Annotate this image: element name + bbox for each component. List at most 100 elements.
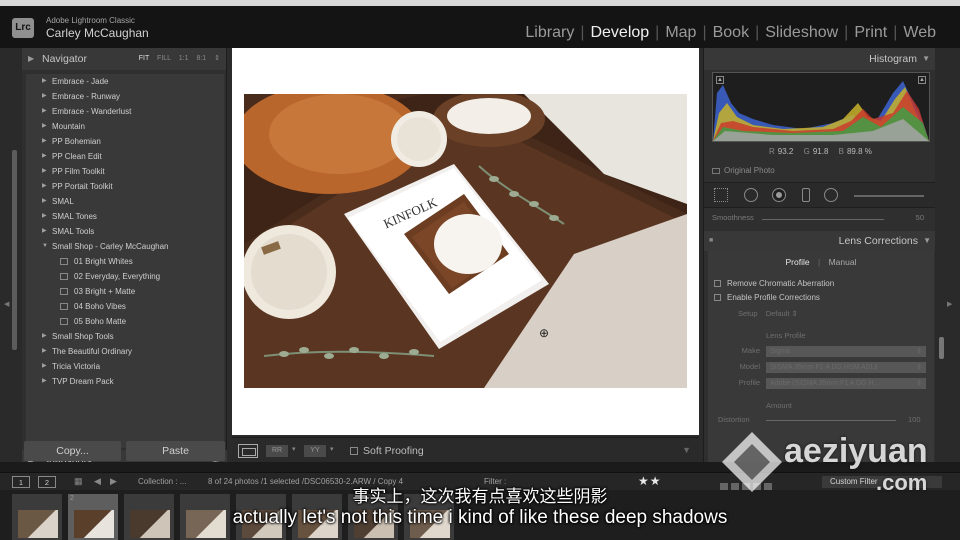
shadow-clipping-icon[interactable]: ▲ [716, 76, 724, 84]
original-photo-icon [712, 167, 720, 174]
preset-folder[interactable]: ▶ Embrace - Wanderlust [26, 104, 224, 119]
histogram[interactable]: ▲ ▲ [712, 72, 930, 142]
before-after-dropdown-icon[interactable]: ▾ [292, 445, 296, 453]
spot-removal-icon[interactable] [744, 188, 758, 202]
navigator-title: Navigator [42, 53, 87, 65]
graduated-filter-icon[interactable] [802, 188, 810, 202]
disclosure-triangle-icon[interactable]: ▶ [42, 344, 47, 359]
highlight-clipping-icon[interactable]: ▲ [918, 76, 926, 84]
original-photo-toggle[interactable]: Original Photo [712, 166, 775, 175]
smoothness-slider[interactable] [762, 219, 884, 220]
disclosure-triangle-icon[interactable]: ▶ [42, 74, 47, 89]
collapse-right-icon[interactable]: ▶ [947, 300, 952, 308]
swap-dropdown-icon[interactable]: ▾ [330, 445, 334, 453]
distortion-slider[interactable] [766, 420, 896, 421]
lens-corrections-header[interactable]: ■ Lens Corrections ▼ [704, 231, 936, 251]
disclosure-triangle-icon[interactable]: ▶ [42, 374, 47, 389]
before-after-icon[interactable]: RR [266, 445, 288, 457]
module-map[interactable]: Map [659, 24, 702, 42]
disclosure-triangle-icon[interactable]: ▶ [42, 119, 47, 134]
module-slideshow[interactable]: Slideshow [759, 24, 844, 42]
disclosure-triangle-icon[interactable]: ▶ [42, 179, 47, 194]
left-panel-edge[interactable]: ◀ [0, 48, 22, 462]
tab-manual[interactable]: Manual [823, 257, 863, 267]
module-book[interactable]: Book [707, 24, 755, 42]
disclosure-triangle-icon[interactable]: ▶ [42, 164, 47, 179]
subtitle-english: actually let's not this time i kind of l… [232, 507, 728, 528]
zoom-stepper-icon[interactable]: ⇕ [214, 55, 220, 62]
disclosure-triangle-icon[interactable]: ▶ [42, 149, 47, 164]
left-scrollbar[interactable] [12, 150, 17, 350]
soft-proofing-checkbox[interactable] [350, 447, 358, 455]
zoom-fill[interactable]: FILL [157, 55, 171, 62]
amount-heading: Amount [766, 401, 792, 410]
disclosure-triangle-icon[interactable]: ▶ [42, 194, 47, 209]
disclosure-triangle-icon[interactable]: ▶ [42, 134, 47, 149]
copy-button[interactable]: Copy... [24, 441, 121, 461]
image-canvas[interactable]: KINFOLK ⊕ [232, 48, 699, 435]
preset-label: SMAL Tones [52, 212, 97, 221]
radial-filter-icon[interactable] [824, 188, 838, 202]
preset-folder[interactable]: ▶ PP Film Toolkit [26, 164, 224, 179]
paste-button[interactable]: Paste [126, 441, 225, 461]
disclosure-triangle-icon[interactable]: ▶ [42, 359, 47, 374]
disclosure-triangle-icon[interactable]: ▶ [42, 224, 47, 239]
module-library[interactable]: Library [519, 24, 580, 42]
tab-profile[interactable]: Profile [780, 257, 816, 267]
navigator-header[interactable]: ▶ Navigator FIT FILL 1:1 8:1 ⇕ [22, 48, 226, 70]
preset-folder[interactable]: ▶ SMAL Tones [26, 209, 224, 224]
crop-overlay-icon[interactable] [714, 188, 728, 202]
module-web[interactable]: Web [897, 24, 942, 42]
preset-folder[interactable]: ▶ Mountain [26, 119, 224, 134]
preset-folder[interactable]: ▶ PP Portait Toolkit [26, 179, 224, 194]
module-develop[interactable]: Develop [584, 24, 655, 42]
edited-photo[interactable]: KINFOLK [244, 94, 687, 388]
zoom-1-1[interactable]: 1:1 [179, 55, 189, 62]
preset-label: SMAL [52, 197, 74, 206]
disclosure-triangle-icon[interactable]: ▶ [42, 209, 47, 224]
preset-item[interactable]: 03 Bright + Matte [26, 284, 224, 299]
preset-item[interactable]: 01 Bright Whites [26, 254, 224, 269]
preset-folder[interactable]: ▶ SMAL [26, 194, 224, 209]
panel-switch-icon[interactable]: ■ [709, 231, 713, 251]
red-eye-icon[interactable] [772, 188, 786, 202]
collapse-left-icon[interactable]: ◀ [4, 300, 9, 308]
disclosure-triangle-icon[interactable]: ▼ [42, 239, 48, 254]
preset-folder[interactable]: ▶ Embrace - Runway [26, 89, 224, 104]
right-scrollbar[interactable] [939, 337, 944, 359]
make-select[interactable]: Sigma ⇕ [766, 346, 926, 357]
toolbar-menu-icon[interactable]: ▼ [682, 445, 691, 455]
remove-ca-row[interactable]: Remove Chromatic Aberration [714, 279, 834, 288]
remove-ca-checkbox[interactable] [714, 280, 721, 288]
preset-folder[interactable]: ▶ Embrace - Jade [26, 74, 224, 89]
preset-folder[interactable]: ▶ The Beautiful Ordinary [26, 344, 224, 359]
preset-item[interactable]: 02 Everyday, Everything [26, 269, 224, 284]
smoothness-value[interactable]: 50 [916, 213, 924, 222]
preset-folder[interactable]: ▶ TVP Dream Pack [26, 374, 224, 389]
preset-item[interactable]: 04 Boho Vibes [26, 299, 224, 314]
right-panel-edge[interactable]: ▶ [935, 48, 960, 462]
preset-folder[interactable]: ▼ Small Shop - Carley McCaughan [26, 239, 224, 254]
disclosure-triangle-icon[interactable]: ▶ [42, 104, 47, 119]
preset-folder[interactable]: ▶ Tricia Victoria [26, 359, 224, 374]
enable-profile-row[interactable]: Enable Profile Corrections [714, 293, 820, 302]
preset-folder[interactable]: ▶ Small Shop Tools [26, 329, 224, 344]
setup-value[interactable]: Default ⇕ [766, 309, 798, 318]
preset-item[interactable]: 05 Boho Matte [26, 314, 224, 329]
histogram-header[interactable]: Histogram ▼ [704, 48, 935, 70]
enable-profile-checkbox[interactable] [714, 294, 721, 302]
loupe-view-icon[interactable] [238, 444, 258, 458]
zoom-8-1[interactable]: 8:1 [196, 55, 206, 62]
preset-folder[interactable]: ▶ SMAL Tools [26, 224, 224, 239]
adjustment-brush-slider[interactable] [854, 195, 924, 197]
before-after-swap-icon[interactable]: YY [304, 445, 326, 457]
preset-folder[interactable]: ▶ PP Clean Edit [26, 149, 224, 164]
module-print[interactable]: Print [848, 24, 893, 42]
disclosure-triangle-icon[interactable]: ▶ [42, 329, 47, 344]
distortion-value[interactable]: 100 [908, 415, 921, 424]
preset-folder[interactable]: ▶ PP Bohemian [26, 134, 224, 149]
disclosure-triangle-icon[interactable]: ▶ [42, 89, 47, 104]
zoom-fit[interactable]: FIT [139, 55, 149, 62]
profile-select[interactable]: Adobe (SIGMA 35mm F1.4 DG H... ⇕ [766, 378, 926, 389]
model-select[interactable]: SIGMA 35mm F1.4 DG HSM A013 ⇕ [766, 362, 926, 373]
